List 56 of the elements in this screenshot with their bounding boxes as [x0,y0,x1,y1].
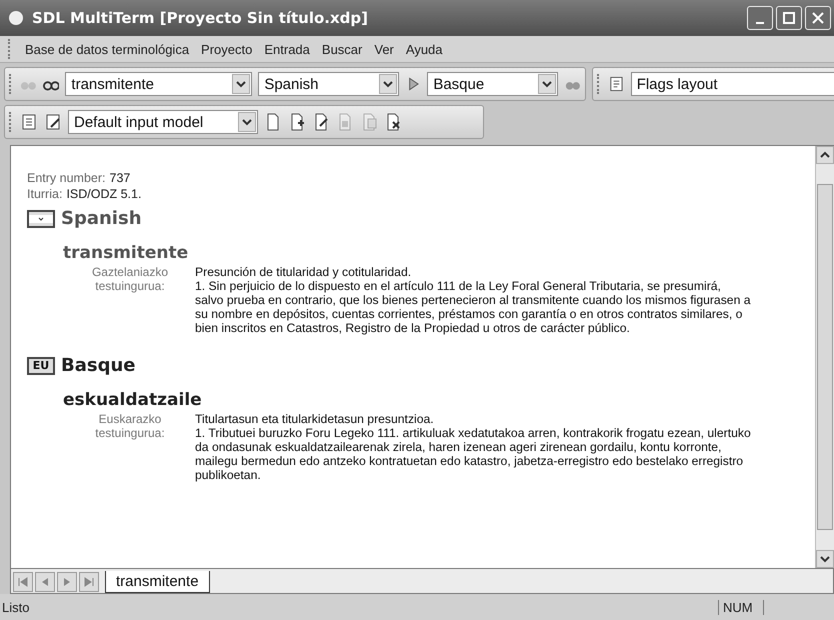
field-label: Gaztelaniazko [90,265,170,279]
flag-label: EU [27,356,55,374]
target-language-select[interactable]: Basque [427,72,558,96]
language-heading: Basque [61,355,136,376]
last-button[interactable] [79,572,99,592]
app-icon [8,10,24,26]
first-icon [18,577,28,587]
context-text: Presunción de titularidad y cotitularidad. [195,265,412,279]
next-button[interactable] [57,572,77,592]
context-text: Titulartasun eta titularkidetasun presuntzioa. [195,412,435,426]
field-label: testuingurua: [94,279,166,293]
source-language-select[interactable]: Spanish [258,72,399,96]
menu-item[interactable]: Proyecto [201,42,252,56]
minimize-button[interactable] [747,6,773,30]
close-button[interactable] [805,6,831,30]
first-button[interactable] [13,572,33,592]
field-label: Entry number: [27,171,106,185]
menu-item[interactable]: Buscar [322,42,362,56]
term-heading: transmitente [63,243,190,263]
context-text: 1. Sin perjuicio de lo dispuesto en el artículo 111 de la Ley Foral General Tributaria, se presumirá, salvo prueba en contrario, que los bienes pertenecieron al transmitente cuando los mismos figurasen a su nombre en depósitos, cuentas corrientes, préstamos con garantía o en otros contratos similares, o bien inscritos en Catastros, Registro de la Propiedad u otros de carácter público. [195,279,751,335]
previous-button[interactable] [35,572,55,592]
menu-item[interactable]: Entrada [264,42,310,56]
maximize-button[interactable] [776,6,802,30]
next-icon [62,577,72,587]
window-title: SDL MultiTerm [Proyecto Sin título.xdp] [32,9,370,27]
field-value: 737 [110,171,130,185]
layout-select[interactable]: Flags layout [630,72,834,96]
list-icon[interactable] [20,113,38,131]
field-label: Euskarazko [98,412,162,426]
menu-item[interactable]: Ver [374,42,394,56]
caret-icon [542,80,552,88]
input-model-select[interactable]: Default input model [68,110,258,134]
last-icon [84,577,94,587]
sheet-tab[interactable]: transmitente [105,571,210,593]
context-text: 1. Tributuei buruzko Foru Legeko 111. artikuluak xedatutakoa arren, kontrakorik frogatu ezean, ulertuko da ondasunak eskualdatzailearenak zirela, haren izenean ageri zirenean gordailu, kontu korronte, mailegu bermedun edo antzeko kontratuetan edo katastro, jabetza-erregistro edo bestelako erregistro publikoetan. [195,426,751,482]
menu-item[interactable]: Ayuda [406,42,443,56]
field-label: testuingurua: [94,426,166,440]
flag-icon [27,210,55,228]
caret-icon [382,80,393,88]
edit-icon[interactable] [44,113,62,131]
minimize-icon [756,22,764,24]
previous-icon [40,577,50,587]
field-value: ISD/ODZ 5.1. [66,187,142,201]
field-label: Iturria: [27,187,62,201]
term-heading: eskualdatzaile [63,390,203,410]
search-field[interactable]: transmitente [65,72,252,96]
status-text: Listo [1,600,30,614]
caret-icon [236,80,246,88]
close-icon [812,12,824,24]
status-indicator: NUM [718,600,764,614]
caret-icon [242,118,252,126]
menu-item[interactable]: Base de datos terminológica [25,42,190,56]
language-heading: Spanish [61,208,142,229]
maximize-icon [783,12,795,24]
list-icon[interactable] [608,75,625,93]
scrollbar[interactable] [815,146,834,568]
